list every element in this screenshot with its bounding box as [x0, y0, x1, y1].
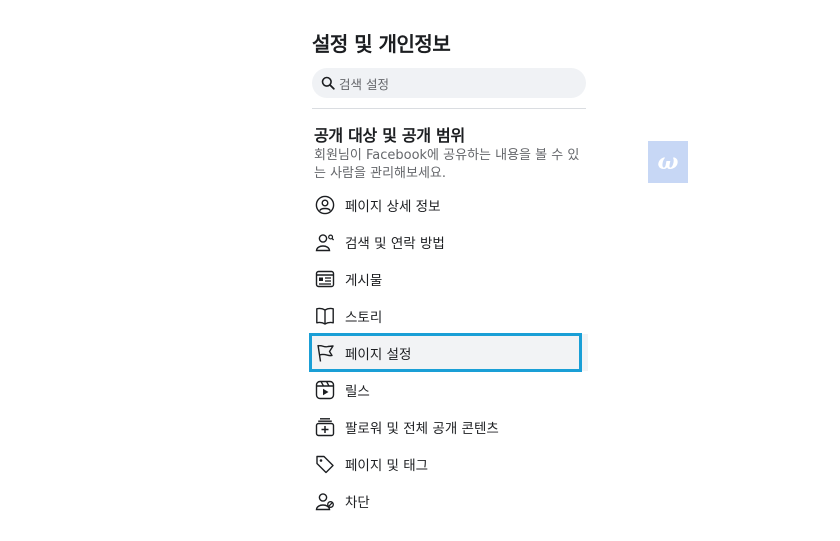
section-title: 공개 대상 및 공개 범위	[314, 126, 465, 145]
menu-item-posts[interactable]: 게시물	[312, 260, 588, 297]
person-search-icon	[314, 231, 336, 253]
w-logo-badge: ω	[648, 141, 688, 183]
menu-item-blocking[interactable]: 차단	[312, 482, 588, 519]
post-card-icon	[314, 268, 336, 290]
flag-icon	[314, 342, 336, 364]
tag-icon	[314, 453, 336, 475]
menu-item-label: 페이지 상세 정보	[345, 198, 441, 215]
section-description: 회원님이 Facebook에 공유하는 내용을 볼 수 있는 사람을 관리해보세…	[314, 148, 580, 181]
menu-item-page-tags[interactable]: 페이지 및 태그	[312, 445, 588, 482]
search-placeholder: 검색 설정	[339, 76, 389, 92]
search-icon	[320, 75, 336, 91]
search-input[interactable]: 검색 설정	[312, 68, 586, 98]
menu-item-label: 검색 및 연락 방법	[345, 235, 445, 252]
menu-item-label: 게시물	[345, 272, 383, 289]
menu-item-label: 팔로워 및 전체 공개 콘텐츠	[345, 420, 499, 437]
menu-item-label: 스토리	[345, 309, 383, 326]
plus-stack-icon	[314, 416, 336, 438]
menu-item-label: 차단	[345, 494, 370, 511]
menu-item-label: 페이지 및 태그	[345, 457, 429, 474]
profile-circle-icon	[314, 194, 336, 216]
person-block-icon	[314, 490, 336, 512]
settings-panel: 설정 및 개인정보 검색 설정 공개 대상 및 공개 범위 회원님이 Faceb…	[309, 0, 588, 541]
menu-item-page-details[interactable]: 페이지 상세 정보	[312, 186, 588, 223]
menu-item-followers-public-content[interactable]: 팔로워 및 전체 공개 콘텐츠	[312, 408, 588, 445]
menu-item-label: 페이지 설정	[345, 346, 412, 363]
page-title: 설정 및 개인정보	[312, 32, 451, 56]
book-icon	[314, 305, 336, 327]
badge-glyph: ω	[658, 150, 679, 174]
menu-item-search-contact[interactable]: 검색 및 연락 방법	[312, 223, 588, 260]
menu-item-reels[interactable]: 릴스	[312, 371, 588, 408]
reels-icon	[314, 379, 336, 401]
menu-item-page-settings[interactable]: 페이지 설정	[309, 333, 588, 372]
menu-item-stories[interactable]: 스토리	[312, 297, 588, 334]
settings-menu: 페이지 상세 정보 검색 및 연락 방법 게시물 스토리 페이지 설정 릴스 팔…	[309, 186, 588, 519]
menu-item-label: 릴스	[345, 383, 370, 400]
divider	[312, 108, 586, 109]
